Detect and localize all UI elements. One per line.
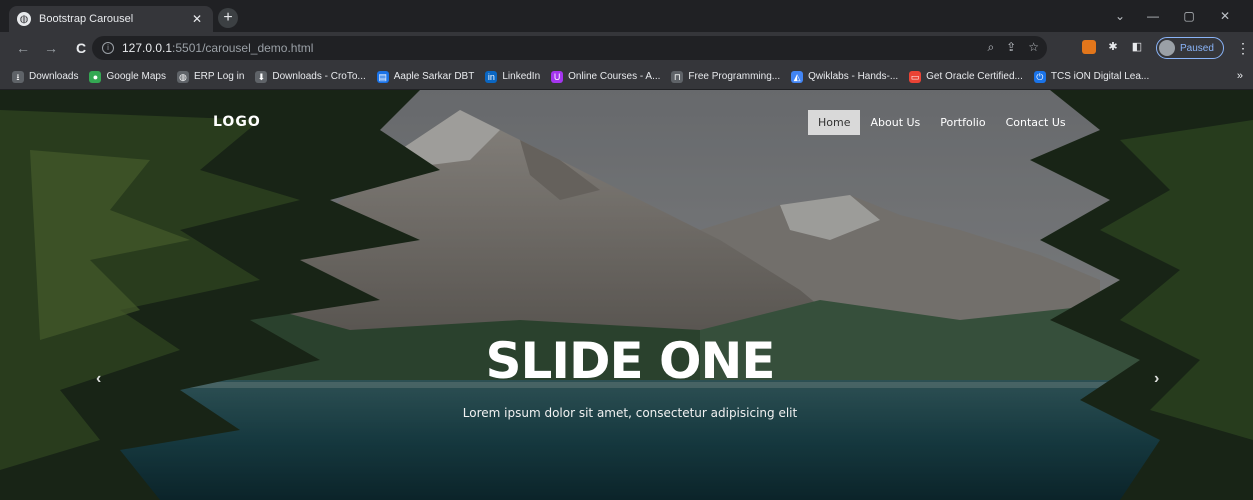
tab-close-icon[interactable]: ✕ [189, 12, 205, 26]
bookmark-item[interactable]: ▭ Get Oracle Certified... [909, 70, 1023, 83]
forward-icon[interactable]: → [40, 40, 62, 56]
url-text: 127.0.0.1:5501/carousel_demo.html [122, 41, 314, 55]
globe-icon: ◍ [176, 70, 189, 83]
kebab-menu-icon[interactable]: ⋮ [1236, 40, 1250, 57]
qwiklabs-icon: ◭ [791, 70, 804, 83]
maximize-icon[interactable]: ▢ [1171, 0, 1207, 32]
bookmark-label: Aaple Sarkar DBT [393, 71, 475, 82]
nav-link-about-us[interactable]: About Us [860, 110, 930, 135]
page-viewport: LOGO Home About Us Portfolio Contact Us ‹ ›… [0, 90, 1253, 500]
extensions-puzzle-icon[interactable]: ✱ [1106, 40, 1120, 54]
tab-title: Bootstrap Carousel [39, 13, 134, 25]
profile-button[interactable]: Paused [1156, 37, 1224, 59]
zoom-icon[interactable]: ⌕ [987, 40, 994, 55]
freecodecamp-icon: ⊓ [671, 70, 684, 83]
reload-icon[interactable]: C [70, 40, 92, 56]
metamask-icon[interactable] [1082, 40, 1096, 54]
slide-title: SLIDE ONE [485, 332, 775, 390]
site-navbar: Home About Us Portfolio Contact Us [808, 110, 1076, 135]
bookmark-item[interactable]: ◍ ERP Log in [176, 70, 245, 83]
bookmark-label: Qwiklabs - Hands-... [808, 71, 899, 82]
site-logo[interactable]: LOGO [213, 114, 261, 130]
browser-toolbar: ← → C i 127.0.0.1:5501/carousel_demo.htm… [0, 32, 1253, 64]
slide-caption: Lorem ipsum dolor sit amet, consectetur … [462, 406, 798, 420]
new-tab-button[interactable]: + [218, 8, 238, 28]
extensions-area: ✱ ◧ [1082, 40, 1144, 54]
udemy-icon: U [551, 70, 564, 83]
globe-icon: ◍ [17, 12, 31, 26]
bookmark-item[interactable]: ● Google Maps [89, 70, 166, 83]
linkedin-icon: in [485, 70, 498, 83]
bookmark-label: Free Programming... [688, 71, 781, 82]
window-controls: ⌄ — ▢ ✕ [1105, 0, 1243, 32]
bookmark-label: Online Courses - A... [568, 71, 661, 82]
document-icon: ▤ [376, 70, 389, 83]
bookmark-item[interactable]: ⭳ Downloads [12, 70, 79, 83]
bookmark-item[interactable]: ▤ Aaple Sarkar DBT [376, 70, 475, 83]
nav-link-home[interactable]: Home [808, 110, 861, 135]
profile-status: Paused [1180, 42, 1214, 54]
close-window-icon[interactable]: ✕ [1207, 0, 1243, 32]
bookmark-label: Downloads [29, 71, 79, 82]
nav-link-portfolio[interactable]: Portfolio [930, 110, 995, 135]
browser-tab[interactable]: ◍ Bootstrap Carousel ✕ [9, 6, 213, 32]
omnibox-actions: ⌕ ⇪ ☆ [987, 40, 1039, 55]
bookmark-star-icon[interactable]: ☆ [1028, 40, 1039, 55]
bookmark-item[interactable]: ⊓ Free Programming... [671, 70, 781, 83]
tab-strip: ◍ Bootstrap Carousel ✕ + ⌄ — ▢ ✕ [0, 0, 1253, 32]
bookmark-item[interactable]: in LinkedIn [485, 70, 541, 83]
bookmark-item[interactable]: U Online Courses - A... [551, 70, 661, 83]
bookmark-label: TCS iON Digital Lea... [1050, 71, 1150, 82]
share-icon[interactable]: ⇪ [1006, 40, 1016, 55]
minimize-icon[interactable]: — [1135, 0, 1171, 32]
oracle-icon: ▭ [909, 70, 922, 83]
avatar [1159, 40, 1175, 56]
address-bar[interactable]: i 127.0.0.1:5501/carousel_demo.html ⌕ ⇪ … [92, 36, 1047, 60]
bookmark-item[interactable]: ◭ Qwiklabs - Hands-... [791, 70, 899, 83]
bookmark-label: Get Oracle Certified... [926, 71, 1023, 82]
bookmark-item[interactable]: ⬇ Downloads - CroTo... [255, 70, 366, 83]
bookmark-item[interactable]: ⏻ TCS iON Digital Lea... [1033, 70, 1150, 83]
back-icon[interactable]: ← [12, 40, 34, 56]
download-icon: ⬇ [255, 70, 268, 83]
info-icon[interactable]: i [102, 42, 114, 54]
download-icon: ⭳ [12, 70, 24, 83]
side-panel-icon[interactable]: ◧ [1130, 40, 1144, 54]
bookmark-label: Downloads - CroTo... [272, 71, 366, 82]
nav-link-contact-us[interactable]: Contact Us [996, 110, 1076, 135]
maps-icon: ● [89, 70, 102, 83]
bookmark-label: Google Maps [106, 71, 166, 82]
bookmarks-bar: ⭳ Downloads ● Google Maps ◍ ERP Log in ⬇ Downlo… [0, 64, 1253, 90]
bookmark-label: LinkedIn [502, 71, 541, 82]
tab-search-icon[interactable]: ⌄ [1105, 0, 1135, 32]
bookmark-label: ERP Log in [193, 71, 245, 82]
carousel-dark-overlay [0, 90, 1253, 500]
bookmarks-overflow-icon[interactable]: » [1237, 70, 1243, 82]
power-icon: ⏻ [1033, 70, 1046, 83]
